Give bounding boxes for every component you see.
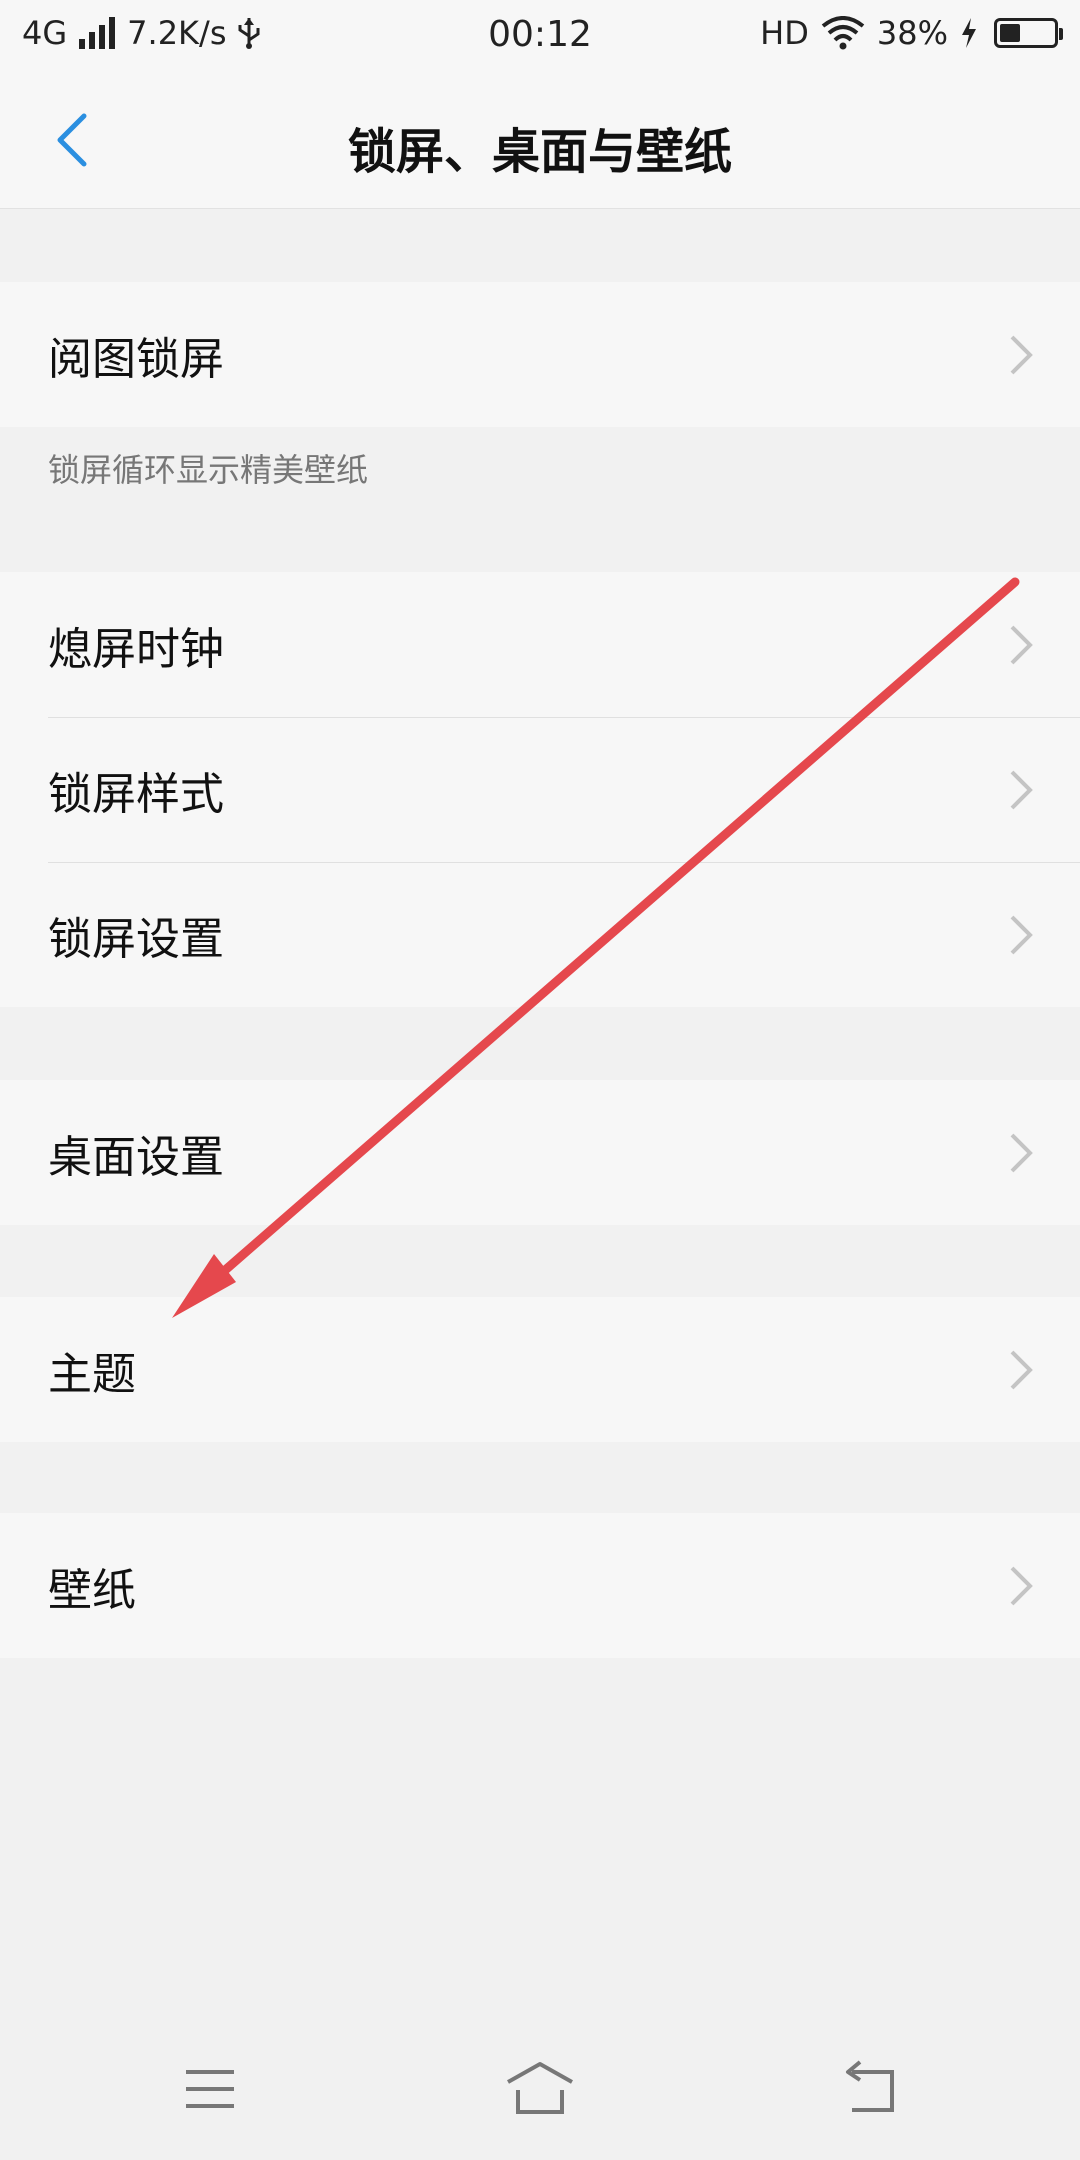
chevron-right-icon xyxy=(1010,770,1033,809)
list-item-label: 主题 xyxy=(48,1348,136,1400)
wifi-icon xyxy=(821,16,865,50)
navigation-bar xyxy=(0,2020,1080,2160)
chevron-right-icon xyxy=(1010,915,1033,954)
battery-fill xyxy=(1000,24,1020,42)
list-item-label: 桌面设置 xyxy=(48,1131,224,1183)
charging-icon xyxy=(962,18,976,48)
section-desktop: 桌面设置 xyxy=(0,1080,1080,1225)
chevron-right-icon xyxy=(1010,1350,1033,1389)
section-lock-gallery: 阅图锁屏 xyxy=(0,282,1080,427)
list-item-aod-clock[interactable]: 熄屏时钟 xyxy=(0,572,1080,717)
battery-percent: 38% xyxy=(876,14,948,52)
menu-icon[interactable] xyxy=(170,2054,250,2124)
section-wallpaper: 壁纸 xyxy=(0,1513,1080,1658)
back-nav-icon[interactable] xyxy=(830,2054,910,2124)
section-theme: 主题 xyxy=(0,1297,1080,1442)
list-item-lock-style[interactable]: 锁屏样式 xyxy=(0,717,1080,862)
list-item-lock-gallery[interactable]: 阅图锁屏 xyxy=(0,282,1080,427)
status-right: HD 38% xyxy=(760,14,1063,52)
chevron-right-icon xyxy=(1010,335,1033,374)
battery-icon xyxy=(994,18,1063,48)
list-item-label: 锁屏设置 xyxy=(48,913,224,965)
list-item-label: 阅图锁屏 xyxy=(48,333,224,385)
header: 锁屏、桌面与壁纸 xyxy=(0,72,1080,209)
list-item-label: 壁纸 xyxy=(48,1564,136,1616)
status-bar: 4G 7.2K/s 00:12 HD 38% xyxy=(0,0,1080,72)
list-item-label: 熄屏时钟 xyxy=(48,623,224,675)
list-item-label: 锁屏样式 xyxy=(48,768,224,820)
chevron-right-icon xyxy=(1010,625,1033,664)
section-lock-screen: 熄屏时钟 锁屏样式 锁屏设置 xyxy=(0,572,1080,1007)
list-item-lock-settings[interactable]: 锁屏设置 xyxy=(0,862,1080,1007)
list-item-wallpaper[interactable]: 壁纸 xyxy=(0,1513,1080,1658)
lock-gallery-caption: 锁屏循环显示精美壁纸 xyxy=(48,451,369,489)
chevron-right-icon xyxy=(1010,1566,1033,1605)
home-icon[interactable] xyxy=(500,2054,580,2124)
list-item-desktop-settings[interactable]: 桌面设置 xyxy=(0,1080,1080,1225)
page-title: 锁屏、桌面与壁纸 xyxy=(347,124,732,180)
hd-indicator: HD xyxy=(760,14,809,52)
list-item-theme[interactable]: 主题 xyxy=(0,1297,1080,1442)
chevron-right-icon xyxy=(1010,1133,1033,1172)
